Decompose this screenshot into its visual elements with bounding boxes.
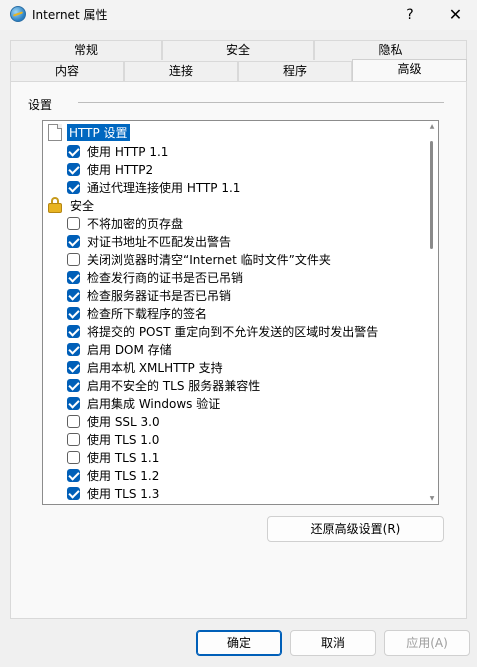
setting-label: 启用不安全的 TLS 服务器兼容性 xyxy=(87,378,261,393)
checkbox[interactable] xyxy=(67,360,80,374)
setting-use-tls10[interactable]: 使用 TLS 1.0 xyxy=(67,430,159,448)
tab-privacy[interactable]: 隐私 xyxy=(314,40,467,60)
setting-native-xmlhttp[interactable]: 启用本机 XMLHTTP 支持 xyxy=(67,358,223,376)
setting-use-tls12[interactable]: 使用 TLS 1.2 xyxy=(67,466,159,484)
setting-check-server-revocation[interactable]: 检查服务器证书是否已吊销 xyxy=(67,286,231,304)
checkbox[interactable] xyxy=(67,270,80,284)
document-icon xyxy=(48,123,62,141)
internet-globe-icon xyxy=(10,6,26,22)
checkbox[interactable] xyxy=(67,396,80,410)
ok-button[interactable]: 确定 xyxy=(196,630,282,656)
settings-group-label: 设置 xyxy=(28,98,53,112)
setting-label: 对证书地址不匹配发出警告 xyxy=(87,234,232,249)
scroll-up-arrow-icon[interactable]: ▲ xyxy=(428,123,436,131)
setting-label: 启用集成 Windows 验证 xyxy=(87,396,221,411)
setting-label: 使用 HTTP2 xyxy=(87,162,154,177)
setting-use-tls13[interactable]: 使用 TLS 1.3 xyxy=(67,484,159,502)
setting-label: 使用 TLS 1.1 xyxy=(87,450,160,465)
scroll-thumb[interactable] xyxy=(430,141,433,249)
window-title: Internet 属性 xyxy=(32,8,108,22)
checkbox[interactable] xyxy=(67,324,80,338)
setting-empty-temp-files[interactable]: 关闭浏览器时清空“Internet 临时文件”文件夹 xyxy=(67,250,331,268)
setting-use-ssl30[interactable]: 使用 SSL 3.0 xyxy=(67,412,160,430)
tab-programs[interactable]: 程序 xyxy=(238,61,352,81)
setting-use-tls11[interactable]: 使用 TLS 1.1 xyxy=(67,448,159,466)
setting-label: 将提交的 POST 重定向到不允许发送的区域时发出警告 xyxy=(87,324,379,339)
setting-use-http2[interactable]: 使用 HTTP2 xyxy=(67,160,153,178)
checkbox[interactable] xyxy=(67,378,80,392)
setting-label: 使用 TLS 1.3 xyxy=(87,486,160,501)
settings-list[interactable]: HTTP 设置 使用 HTTP 1.1 使用 HTTP2 通过代理连接使用 HT… xyxy=(42,120,439,505)
checkbox[interactable] xyxy=(67,180,80,194)
setting-integrated-windows-auth[interactable]: 启用集成 Windows 验证 xyxy=(67,394,220,412)
settings-group-divider xyxy=(78,102,444,103)
setting-label: 关闭浏览器时清空“Internet 临时文件”文件夹 xyxy=(87,252,331,267)
tab-content[interactable]: 内容 xyxy=(10,61,124,81)
category-label: HTTP 设置 xyxy=(67,123,130,141)
checkbox[interactable] xyxy=(67,414,80,428)
category-security[interactable]: 安全 xyxy=(48,196,96,214)
close-button[interactable]: ✕ xyxy=(434,0,477,30)
setting-label: 使用 SSL 3.0 xyxy=(87,414,160,429)
checkbox[interactable] xyxy=(67,306,80,320)
settings-scrollbar[interactable]: ▲ ▼ xyxy=(428,123,436,503)
setting-label: 检查服务器证书是否已吊销 xyxy=(87,288,232,303)
checkbox[interactable] xyxy=(67,144,80,158)
setting-label: 使用 HTTP 1.1 xyxy=(87,144,169,159)
setting-proxy-http11[interactable]: 通过代理连接使用 HTTP 1.1 xyxy=(67,178,240,196)
tab-security[interactable]: 安全 xyxy=(162,40,314,60)
tab-advanced[interactable]: 高级 xyxy=(352,59,467,81)
setting-label: 通过代理连接使用 HTTP 1.1 xyxy=(87,180,241,195)
setting-label: 使用 TLS 1.2 xyxy=(87,468,160,483)
restore-advanced-settings-button[interactable]: 还原高级设置(R) xyxy=(267,516,444,542)
checkbox[interactable] xyxy=(67,288,80,302)
checkbox[interactable] xyxy=(67,450,80,464)
help-button[interactable]: ? xyxy=(390,0,430,30)
setting-label: 启用本机 XMLHTTP 支持 xyxy=(87,360,223,375)
setting-insecure-tls-compat[interactable]: 启用不安全的 TLS 服务器兼容性 xyxy=(67,376,260,394)
tab-general[interactable]: 常规 xyxy=(10,40,162,60)
cancel-button[interactable]: 取消 xyxy=(290,630,376,656)
scroll-down-arrow-icon[interactable]: ▼ xyxy=(428,495,436,503)
checkbox[interactable] xyxy=(67,234,80,248)
tab-connections[interactable]: 连接 xyxy=(124,61,238,81)
checkbox[interactable] xyxy=(67,162,80,176)
lock-icon xyxy=(48,197,62,213)
setting-label: 检查发行商的证书是否已吊销 xyxy=(87,270,244,285)
checkbox[interactable] xyxy=(67,468,80,482)
setting-check-publisher-revocation[interactable]: 检查发行商的证书是否已吊销 xyxy=(67,268,243,286)
checkbox[interactable] xyxy=(67,216,80,230)
setting-no-save-encrypted[interactable]: 不将加密的页存盘 xyxy=(67,214,183,232)
setting-label: 启用 DOM 存储 xyxy=(87,342,172,357)
category-label: 安全 xyxy=(70,198,95,213)
apply-button[interactable]: 应用(A) xyxy=(384,630,470,656)
setting-label: 不将加密的页存盘 xyxy=(87,216,184,231)
setting-label: 使用 TLS 1.0 xyxy=(87,432,160,447)
setting-use-http11[interactable]: 使用 HTTP 1.1 xyxy=(67,142,168,160)
setting-check-download-signature[interactable]: 检查所下载程序的签名 xyxy=(67,304,207,322)
setting-label: 检查所下载程序的签名 xyxy=(87,306,208,321)
setting-enable-dom-storage[interactable]: 启用 DOM 存储 xyxy=(67,340,172,358)
category-http-settings[interactable]: HTTP 设置 xyxy=(48,123,130,141)
checkbox[interactable] xyxy=(67,432,80,446)
checkbox[interactable] xyxy=(67,486,80,500)
title-bar: Internet 属性 ? ✕ xyxy=(0,0,477,30)
setting-warn-cert-mismatch[interactable]: 对证书地址不匹配发出警告 xyxy=(67,232,231,250)
setting-warn-post-redirect[interactable]: 将提交的 POST 重定向到不允许发送的区域时发出警告 xyxy=(67,322,378,340)
checkbox[interactable] xyxy=(67,252,80,266)
checkbox[interactable] xyxy=(67,342,80,356)
